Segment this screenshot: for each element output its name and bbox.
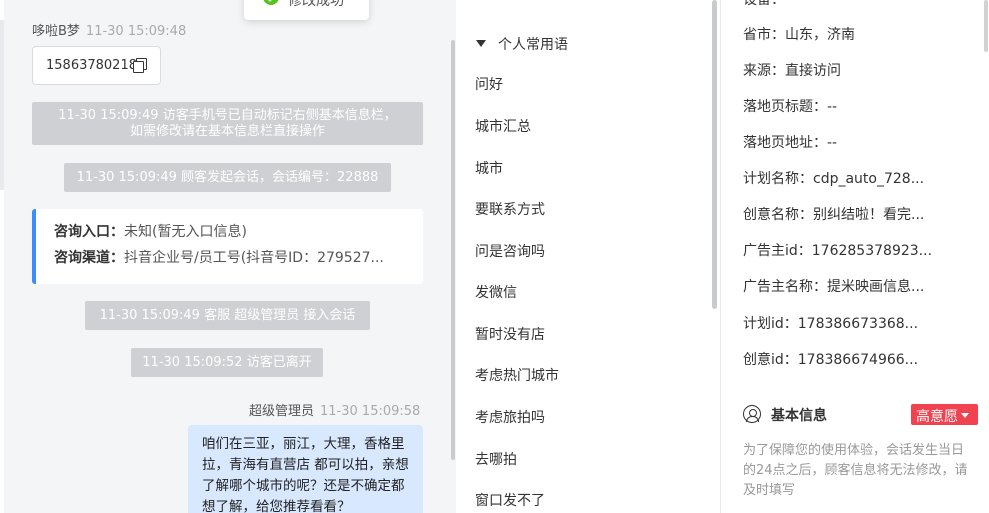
system-message-line: 11-30 15:09:49 顾客发起会话，会话编号：22888: [76, 170, 379, 185]
chat-panel: 哆啦B梦 11-30 15:09:48 15863780218 11-30 15:…: [0, 0, 456, 513]
edit-notice: 为了保障您的使用体验，会话发生当日的24点之后，顾客信息将无法修改，请及时填写: [743, 443, 968, 498]
basic-info-title: 基本信息: [771, 408, 827, 424]
phrases-panel: 个人常用语 问好 城市汇总 城市 要联系方式 问是咨询吗 发微信 暂时没有店 考…: [457, 0, 720, 513]
info-row: 来源：直接访问: [743, 63, 841, 79]
system-message: 11-30 15:09:49 顾客发起会话，会话编号：22888: [64, 163, 391, 192]
basic-info-header: 基本信息: [743, 405, 827, 425]
entry-row: 咨询入口：未知(暂无入口信息): [54, 221, 423, 247]
phrase-group-header[interactable]: 个人常用语: [476, 34, 568, 54]
phrase-item[interactable]: 暂时没有店: [475, 324, 545, 344]
info-row: 创意名称：别纠结啦！看完...: [743, 207, 925, 223]
system-message-line: 11-30 15:09:49 访客手机号已自动标记右侧基本信息栏，: [58, 108, 397, 123]
info-row-partial: 设备：: [743, 0, 785, 8]
caret-down-icon: [476, 40, 486, 47]
phone-number: 15863780218: [46, 58, 137, 73]
chat-scrollbar[interactable]: [451, 40, 455, 460]
visitor-meta: 哆啦B梦 11-30 15:09:48: [32, 20, 186, 39]
info-row: 计划名称：cdp_auto_728...: [743, 171, 925, 187]
channel-row: 咨询渠道：抖音企业号/员工号(抖音号ID：279527...: [54, 247, 423, 273]
entry-value: 未知(暂无入口信息): [124, 224, 247, 240]
system-message-line: 11-30 15:09:49 客服 超级管理员 接入会话: [99, 308, 356, 323]
info-row: 省市：山东，济南: [743, 27, 855, 43]
agent-message-bubble: 咱们在三亚，丽江，大理，香格里拉，青海有直营店 都可以拍，亲想了解哪个城市的呢？…: [188, 425, 423, 513]
channel-label: 咨询渠道：: [54, 250, 124, 266]
check-circle-icon: [263, 0, 279, 5]
info-row: 广告主id：176285378923...: [743, 243, 933, 259]
visitor-info-panel: 设备： 省市：山东，济南 来源：直接访问 落地页标题：-- 落地页地址：-- 计…: [721, 0, 989, 513]
phrase-item[interactable]: 考虑旅拍吗: [475, 407, 545, 427]
phrase-item[interactable]: 窗口发不了: [475, 490, 545, 510]
phrase-item[interactable]: 去哪拍: [475, 449, 517, 469]
info-scrollbar[interactable]: [984, 0, 988, 52]
toast-text: 修改成功: [288, 0, 344, 9]
phrase-item[interactable]: 城市汇总: [475, 116, 531, 136]
info-row: 广告主名称：提米映画信息...: [743, 279, 925, 295]
system-message: 11-30 15:09:49 访客手机号已自动标记右侧基本信息栏， 如需修改请在…: [32, 102, 423, 145]
agent-time: 11-30 15:09:58: [320, 404, 421, 419]
agent-name: 超级管理员: [249, 404, 315, 419]
entry-label: 咨询入口：: [54, 224, 124, 240]
phone-number-box[interactable]: 15863780218: [32, 46, 161, 85]
system-message-line: 如需修改请在基本信息栏直接操作: [129, 124, 325, 139]
phrase-item[interactable]: 发微信: [475, 282, 517, 302]
visitor-name: 哆啦B梦: [32, 24, 80, 39]
channel-value: 抖音企业号/员工号(抖音号ID：279527...: [124, 250, 384, 266]
system-message: 11-30 15:09:49 客服 超级管理员 接入会话: [85, 301, 370, 330]
visitor-time: 11-30 15:09:48: [85, 24, 187, 39]
entry-info-card: 咨询入口：未知(暂无入口信息) 咨询渠道：抖音企业号/员工号(抖音号ID：279…: [32, 209, 423, 284]
agent-meta: 超级管理员 11-30 15:09:58: [249, 400, 420, 419]
phrase-group-title: 个人常用语: [498, 37, 568, 53]
phrases-scrollbar[interactable]: [712, 0, 717, 309]
phrase-item[interactable]: 问好: [475, 74, 503, 94]
caret-down-icon: [961, 413, 969, 418]
intent-dropdown[interactable]: 高意愿: [911, 404, 978, 425]
info-row: 计划id：178386673368...: [743, 316, 919, 332]
phrase-item[interactable]: 考虑热门城市: [475, 365, 559, 385]
info-row: 落地页地址：--: [743, 135, 838, 151]
phrase-item[interactable]: 城市: [475, 158, 503, 178]
user-icon: [743, 405, 761, 423]
intent-label: 高意愿: [916, 409, 958, 425]
info-row: 落地页标题：--: [743, 99, 838, 115]
success-toast: 修改成功: [244, 0, 369, 20]
chat-edge-shade: [0, 20, 4, 190]
phrase-item[interactable]: 问是咨询吗: [475, 241, 545, 261]
system-message-line: 11-30 15:09:52 访客已离开: [142, 355, 312, 370]
system-message: 11-30 15:09:52 访客已离开: [131, 348, 323, 377]
copy-icon[interactable]: [133, 58, 147, 73]
info-row: 创意id：178386674966...: [743, 352, 919, 368]
phrase-item[interactable]: 要联系方式: [475, 199, 545, 219]
